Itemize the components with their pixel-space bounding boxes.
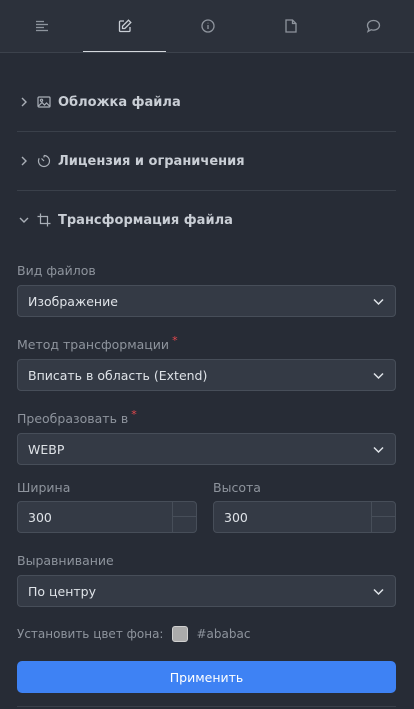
comment-icon xyxy=(366,19,381,33)
width-stepper xyxy=(172,502,196,532)
required-mark: * xyxy=(131,408,137,421)
section-cover[interactable]: Обложка файла xyxy=(17,73,396,131)
color-hex-value: #ababac xyxy=(196,627,251,641)
method-value: Вписать в область (Extend) xyxy=(28,367,208,383)
tab-comments[interactable] xyxy=(332,0,414,52)
section-license[interactable]: Лицензия и ограничения xyxy=(17,132,396,190)
align-value: По центру xyxy=(28,583,97,599)
chevron-down-icon xyxy=(373,446,384,454)
height-increment-button[interactable] xyxy=(372,502,395,517)
height-input[interactable]: 300 xyxy=(213,501,396,533)
file-type-select[interactable]: Изображение xyxy=(17,285,396,317)
section-cover-title: Обложка файла xyxy=(58,94,181,110)
height-decrement-button[interactable] xyxy=(372,517,395,532)
align-label: Выравнивание xyxy=(17,553,114,568)
width-decrement-button[interactable] xyxy=(173,517,196,532)
section-transform-title: Трансформация файла xyxy=(58,212,233,228)
width-label: Ширина xyxy=(17,480,71,495)
align-select[interactable]: По центру xyxy=(17,575,396,607)
width-input[interactable]: 300 xyxy=(17,501,197,533)
divider xyxy=(17,706,396,707)
method-select[interactable]: Вписать в область (Extend) xyxy=(17,359,396,391)
width-increment-button[interactable] xyxy=(173,502,196,517)
apply-button-label: Применить xyxy=(169,669,244,685)
file-icon xyxy=(284,19,297,33)
edit-icon xyxy=(118,18,132,32)
width-value: 300 xyxy=(28,509,52,525)
required-mark: * xyxy=(172,334,178,347)
tab-file[interactable] xyxy=(249,0,332,52)
chevron-down-icon xyxy=(19,217,29,223)
background-color-label: Установить цвет фона: xyxy=(17,627,164,641)
timer-icon xyxy=(37,154,51,168)
convert-label: Преобразовать в * xyxy=(17,408,137,426)
tab-bar xyxy=(0,0,414,53)
height-value: 300 xyxy=(224,509,248,525)
convert-value: WEBP xyxy=(28,441,65,457)
tab-list[interactable] xyxy=(0,0,83,52)
tab-edit[interactable] xyxy=(83,0,166,52)
color-swatch[interactable] xyxy=(172,626,189,642)
chevron-down-icon xyxy=(373,298,384,306)
crop-icon xyxy=(37,213,51,227)
chevron-down-icon xyxy=(373,372,384,380)
apply-button[interactable]: Применить xyxy=(17,661,396,693)
section-transform[interactable]: Трансформация файла xyxy=(17,191,396,249)
background-color-row: Установить цвет фона: #ababac xyxy=(17,626,250,642)
image-icon xyxy=(37,96,51,108)
height-stepper xyxy=(371,502,395,532)
section-license-title: Лицензия и ограничения xyxy=(58,153,245,169)
height-label: Высота xyxy=(213,480,261,495)
tab-info[interactable] xyxy=(166,0,249,52)
file-type-label: Вид файлов xyxy=(17,263,96,278)
file-type-value: Изображение xyxy=(28,293,118,309)
chevron-down-icon xyxy=(373,588,384,596)
chevron-right-icon xyxy=(21,156,27,166)
list-icon xyxy=(35,20,48,32)
convert-select[interactable]: WEBP xyxy=(17,433,396,465)
method-label: Метод трансформации * xyxy=(17,334,178,352)
chevron-right-icon xyxy=(21,97,27,107)
info-icon xyxy=(200,19,215,33)
